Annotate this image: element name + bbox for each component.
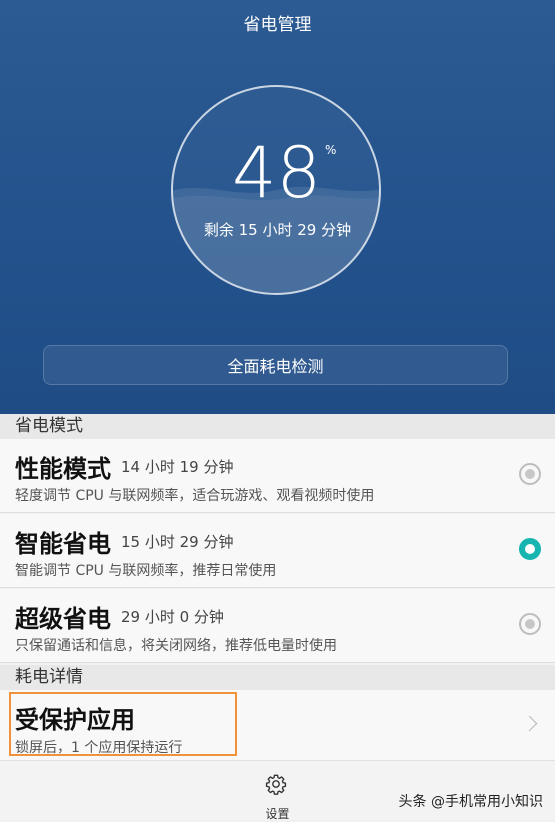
power-mode-section-title: 省电模式 <box>0 414 555 439</box>
mode-radio-smart[interactable] <box>519 538 541 560</box>
protected-apps-title: 受保护应用 <box>15 706 135 734</box>
watermark: 头条 @手机常用小知识 <box>398 794 543 810</box>
mode-desc: 轻度调节 CPU 与联网频率，适合玩游戏、观看视频时使用 <box>15 488 375 504</box>
remaining-time: 剩余 15 小时 29 分钟 <box>203 221 352 239</box>
battery-percent: 48 <box>232 132 322 214</box>
mode-performance[interactable]: 性能模式 14 小时 19 分钟 轻度调节 CPU 与联网频率，适合玩游戏、观看… <box>0 439 555 513</box>
mode-super[interactable]: 超级省电 29 小时 0 分钟 只保留通话和信息，将关闭网络，推荐低电量时使用 <box>0 589 555 663</box>
mode-radio-performance[interactable] <box>519 463 541 485</box>
mode-radio-super[interactable] <box>519 613 541 635</box>
mode-desc: 智能调节 CPU 与联网频率，推荐日常使用 <box>15 563 277 579</box>
percent-sign: % <box>325 143 337 157</box>
protected-apps-item[interactable]: 受保护应用 锁屏后，1 个应用保持运行 <box>0 690 555 760</box>
mode-time: 15 小时 29 分钟 <box>121 533 234 551</box>
bottom-bar: 设置 头条 @手机常用小知识 <box>0 760 555 821</box>
battery-header: 省电管理 48 % 剩余 15 小时 29 分钟 全面耗电检测 <box>0 0 555 414</box>
mode-smart[interactable]: 智能省电 15 小时 29 分钟 智能调节 CPU 与联网频率，推荐日常使用 <box>0 514 555 588</box>
chevron-right-icon <box>521 715 538 732</box>
mode-desc: 只保留通话和信息，将关闭网络，推荐低电量时使用 <box>15 638 337 654</box>
protected-apps-desc: 锁屏后，1 个应用保持运行 <box>15 740 183 756</box>
consumption-section-title: 耗电详情 <box>0 665 555 690</box>
mode-name: 性能模式 <box>15 455 111 483</box>
page-title: 省电管理 <box>243 15 312 35</box>
full-check-button[interactable]: 全面耗电检测 <box>43 345 508 385</box>
gear-icon[interactable] <box>265 773 287 795</box>
mode-time: 29 小时 0 分钟 <box>121 608 224 626</box>
mode-name: 智能省电 <box>15 530 111 558</box>
mode-time: 14 小时 19 分钟 <box>121 458 234 476</box>
mode-name: 超级省电 <box>15 605 111 633</box>
